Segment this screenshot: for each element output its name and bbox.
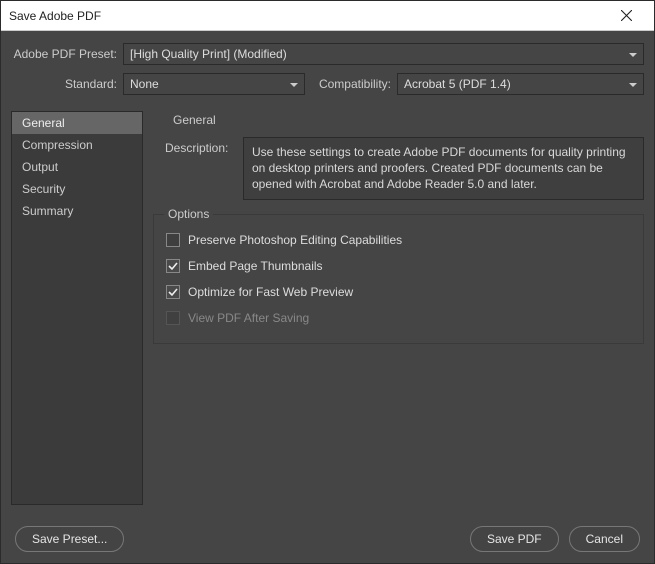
description-label: Description: xyxy=(165,137,237,155)
preset-select[interactable]: [High Quality Print] (Modified) xyxy=(123,43,644,65)
checkbox-embed-thumbnails[interactable] xyxy=(166,259,180,273)
window-title: Save Adobe PDF xyxy=(9,9,606,23)
chevron-down-icon xyxy=(290,77,298,91)
preset-row: Adobe PDF Preset: [High Quality Print] (… xyxy=(11,43,644,65)
middle-area: General Compression Output Security Summ… xyxy=(1,111,654,515)
standard-compat-row: Standard: None Compatibility: Acrobat 5 … xyxy=(11,73,644,95)
sidebar-item-output[interactable]: Output xyxy=(12,156,142,178)
dialog-footer: Save Preset... Save PDF Cancel xyxy=(1,515,654,563)
sidebar-item-security[interactable]: Security xyxy=(12,178,142,200)
close-button[interactable] xyxy=(606,1,646,30)
standard-select[interactable]: None xyxy=(123,73,305,95)
checkbox-preserve-editing[interactable] xyxy=(166,233,180,247)
option-view-after-saving: View PDF After Saving xyxy=(166,305,631,331)
general-panel: General Description: Use these settings … xyxy=(153,111,644,505)
checkbox-label: View PDF After Saving xyxy=(188,311,309,325)
sidebar-item-summary[interactable]: Summary xyxy=(12,200,142,222)
cancel-button[interactable]: Cancel xyxy=(569,526,640,552)
option-preserve-editing: Preserve Photoshop Editing Capabilities xyxy=(166,227,631,253)
compatibility-label: Compatibility: xyxy=(309,77,397,91)
compatibility-select[interactable]: Acrobat 5 (PDF 1.4) xyxy=(397,73,644,95)
checkbox-label: Embed Page Thumbnails xyxy=(188,259,323,273)
description-row: Description: Use these settings to creat… xyxy=(153,137,644,214)
close-icon xyxy=(621,10,632,21)
preset-label: Adobe PDF Preset: xyxy=(11,47,123,61)
sidebar-item-compression[interactable]: Compression xyxy=(12,134,142,156)
chevron-down-icon xyxy=(629,77,637,91)
standard-label: Standard: xyxy=(11,77,123,91)
options-legend: Options xyxy=(164,207,213,221)
option-embed-thumbnails: Embed Page Thumbnails xyxy=(166,253,631,279)
titlebar: Save Adobe PDF xyxy=(1,1,654,31)
top-controls: Adobe PDF Preset: [High Quality Print] (… xyxy=(1,31,654,111)
checkbox-fast-web[interactable] xyxy=(166,285,180,299)
checkbox-view-after-saving xyxy=(166,311,180,325)
category-sidebar: General Compression Output Security Summ… xyxy=(11,111,143,505)
save-preset-button[interactable]: Save Preset... xyxy=(15,526,124,552)
save-adobe-pdf-dialog: Save Adobe PDF Adobe PDF Preset: [High Q… xyxy=(0,0,655,564)
option-fast-web: Optimize for Fast Web Preview xyxy=(166,279,631,305)
panel-heading: General xyxy=(153,111,644,137)
save-pdf-button[interactable]: Save PDF xyxy=(470,526,559,552)
options-group: Options Preserve Photoshop Editing Capab… xyxy=(153,214,644,344)
standard-value: None xyxy=(130,77,159,91)
dialog-body: Adobe PDF Preset: [High Quality Print] (… xyxy=(1,31,654,563)
checkbox-label: Optimize for Fast Web Preview xyxy=(188,285,353,299)
chevron-down-icon xyxy=(629,47,637,61)
compatibility-value: Acrobat 5 (PDF 1.4) xyxy=(404,77,511,91)
description-textarea[interactable]: Use these settings to create Adobe PDF d… xyxy=(243,137,644,200)
sidebar-item-general[interactable]: General xyxy=(12,112,142,134)
preset-value: [High Quality Print] (Modified) xyxy=(130,47,287,61)
checkbox-label: Preserve Photoshop Editing Capabilities xyxy=(188,233,402,247)
